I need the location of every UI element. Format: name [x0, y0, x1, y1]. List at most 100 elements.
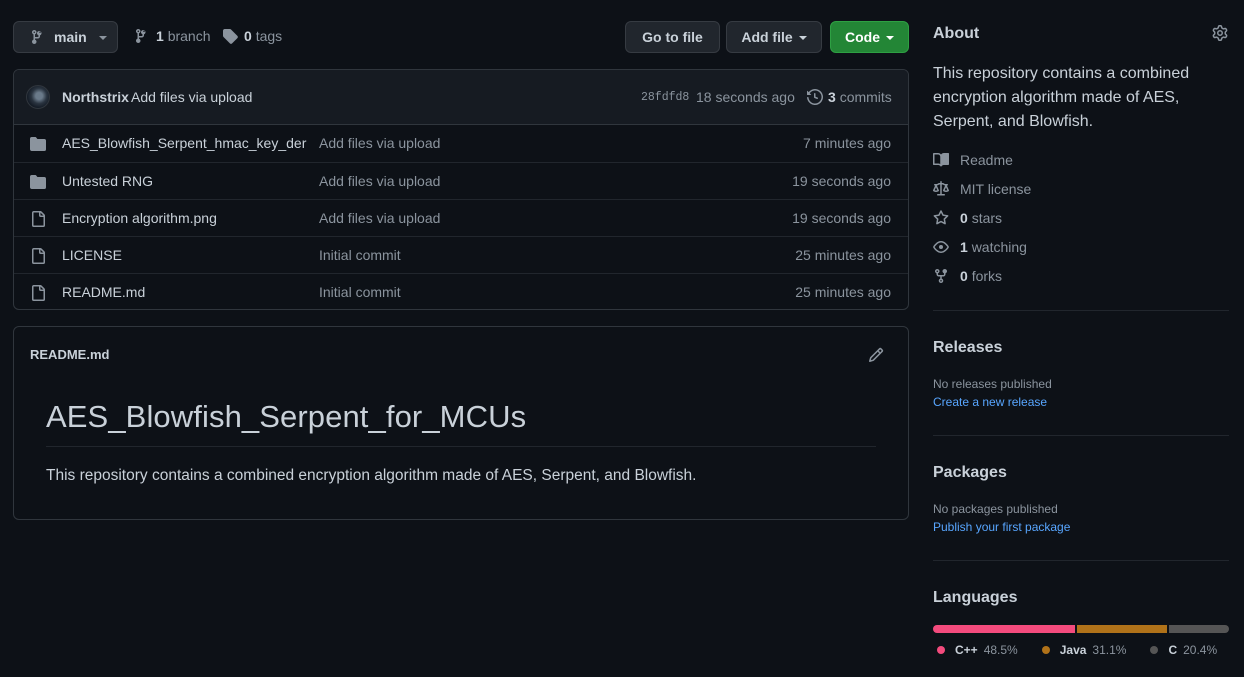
sidebar-divider: [933, 310, 1229, 311]
branches-link[interactable]: 1 branch: [134, 28, 211, 44]
file-row[interactable]: README.md Initial commit 25 minutes ago: [14, 273, 908, 309]
forks-link[interactable]: 0 forks: [933, 268, 1002, 284]
readme-paragraph: This repository contains a combined encr…: [46, 467, 697, 484]
commit-sha[interactable]: 28fdfd8: [641, 91, 689, 104]
file-commit-message[interactable]: Initial commit: [319, 247, 401, 263]
language-color-dot: [1150, 646, 1159, 654]
releases-heading[interactable]: Releases: [933, 339, 1002, 357]
about-heading: About: [933, 25, 980, 42]
file-row[interactable]: LICENSE Initial commit 25 minutes ago: [14, 236, 908, 273]
chevron-down-icon: [886, 36, 894, 40]
file-commit-message[interactable]: Add files via upload: [319, 173, 440, 189]
eye-icon: [933, 239, 949, 255]
languages-bar: [933, 625, 1229, 633]
file-icon: [30, 211, 46, 227]
add-file-button[interactable]: Add file: [726, 21, 822, 53]
star-icon: [933, 210, 949, 226]
sidebar-divider: [933, 560, 1229, 561]
commits-history-link[interactable]: 3 commits: [807, 89, 892, 105]
language-item[interactable]: C 20.4%: [1150, 643, 1217, 657]
file-name[interactable]: Untested RNG: [62, 173, 153, 189]
add-file-label: Add file: [741, 29, 793, 45]
branch-name: main: [54, 29, 87, 45]
language-item[interactable]: C++ 48.5%: [937, 643, 1018, 657]
readme-label: Readme: [960, 152, 1013, 168]
language-bar-segment: [933, 625, 1075, 633]
language-color-dot: [937, 646, 945, 654]
folder-icon: [30, 174, 46, 190]
sidebar-divider: [933, 435, 1229, 436]
publish-package-link[interactable]: Publish your first package: [933, 520, 1070, 534]
watching-label: watching: [971, 239, 1027, 255]
gear-icon[interactable]: [1212, 25, 1228, 41]
pencil-icon[interactable]: [868, 347, 884, 363]
forks-label: forks: [971, 268, 1003, 284]
code-label: Code: [845, 29, 880, 45]
avatar[interactable]: [26, 85, 50, 109]
language-percent: 48.5%: [983, 643, 1018, 657]
language-name: C: [1168, 643, 1178, 657]
packages-heading[interactable]: Packages: [933, 464, 1007, 482]
file-icon: [30, 285, 46, 301]
packages-empty-text: No packages published: [933, 502, 1058, 516]
languages-heading: Languages: [933, 589, 1018, 606]
go-to-file-button[interactable]: Go to file: [625, 21, 720, 53]
file-age: 7 minutes ago: [803, 135, 891, 151]
file-age: 25 minutes ago: [795, 284, 891, 300]
git-branch-icon: [134, 28, 150, 44]
commit-time[interactable]: 18 seconds ago: [696, 89, 795, 105]
create-release-link[interactable]: Create a new release: [933, 395, 1047, 409]
code-button[interactable]: Code: [830, 21, 909, 53]
law-icon: [933, 181, 949, 197]
branch-count: 1: [156, 28, 164, 44]
language-item[interactable]: Java 31.1%: [1041, 643, 1127, 657]
commit-message[interactable]: Add files via upload: [131, 89, 252, 105]
readme-divider: [46, 446, 876, 447]
fork-icon: [933, 268, 949, 284]
stars-link[interactable]: 0 stars: [933, 210, 1002, 226]
license-link[interactable]: MIT license: [933, 181, 1031, 197]
forks-count: 0: [960, 268, 968, 284]
file-name[interactable]: Encryption algorithm.png: [62, 210, 217, 226]
tag-count: 0: [244, 28, 252, 44]
releases-empty-text: No releases published: [933, 377, 1052, 391]
file-commit-message[interactable]: Add files via upload: [319, 210, 440, 226]
readme-heading: AES_Blowfish_Serpent_for_MCUs: [46, 399, 527, 434]
readme-filename[interactable]: README.md: [30, 347, 109, 362]
readme-link[interactable]: Readme: [933, 152, 1013, 168]
file-age: 19 seconds ago: [792, 210, 891, 226]
git-branch-icon: [30, 29, 46, 45]
folder-icon: [30, 136, 46, 152]
file-age: 25 minutes ago: [795, 247, 891, 263]
branch-select-button[interactable]: main: [13, 21, 118, 53]
tag-label: tags: [255, 28, 283, 44]
watching-link[interactable]: 1 watching: [933, 239, 1027, 255]
file-name[interactable]: README.md: [62, 284, 145, 300]
file-rows: AES_Blowfish_Serpent_hmac_key_der Add fil…: [14, 125, 908, 309]
file-row[interactable]: Encryption algorithm.png Add files via up…: [14, 199, 908, 236]
readme-box: README.md AES_Blowfish_Serpent_for_MCUs …: [13, 326, 909, 520]
language-bar-segment: [1169, 625, 1229, 633]
branch-label: branch: [167, 28, 211, 44]
language-name: Java: [1059, 643, 1087, 657]
commit-author[interactable]: Northstrix: [62, 89, 129, 105]
tags-link[interactable]: 0 tags: [222, 28, 282, 44]
file-list-box: Northstrix Add files via upload 28fdfd8 …: [13, 69, 909, 310]
file-commit-message[interactable]: Initial commit: [319, 284, 401, 300]
language-percent: 31.1%: [1092, 643, 1127, 657]
file-name[interactable]: AES_Blowfish_Serpent_hmac_key_der: [62, 135, 306, 151]
file-icon: [30, 248, 46, 264]
license-label: MIT license: [960, 181, 1032, 197]
file-row[interactable]: Untested RNG Add files via upload 19 secon…: [14, 162, 908, 199]
commits-count: 3: [828, 89, 836, 105]
go-to-file-label: Go to file: [642, 29, 703, 45]
chevron-down-icon: [798, 36, 807, 40]
language-name: C++: [955, 643, 978, 657]
tag-icon: [222, 28, 238, 44]
chevron-down-icon: [98, 36, 107, 40]
file-name[interactable]: LICENSE: [62, 247, 122, 263]
watching-count: 1: [960, 239, 968, 255]
file-commit-message[interactable]: Add files via upload: [319, 135, 440, 151]
file-row[interactable]: AES_Blowfish_Serpent_hmac_key_der Add fil…: [14, 125, 908, 162]
stars-label: stars: [971, 210, 1003, 226]
